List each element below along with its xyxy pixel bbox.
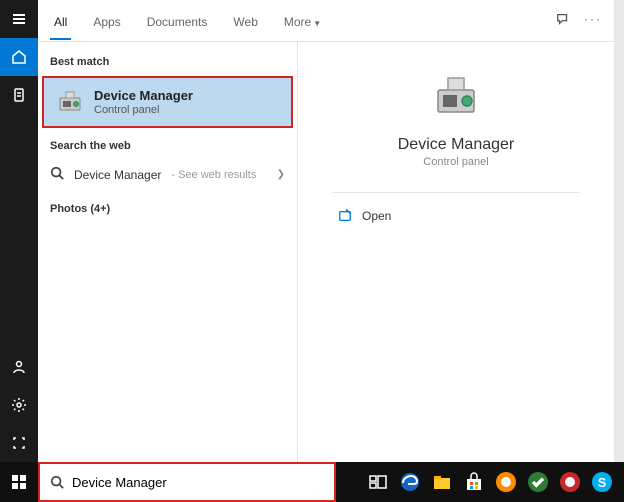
home-icon[interactable] xyxy=(0,38,38,76)
hamburger-icon[interactable] xyxy=(0,0,38,38)
more-options-icon[interactable]: ··· xyxy=(584,12,602,29)
web-result-item[interactable]: Device Manager - See web results ❯ xyxy=(38,158,297,191)
start-button[interactable] xyxy=(0,462,38,502)
side-rail xyxy=(0,0,38,462)
search-icon xyxy=(50,166,64,183)
feedback-icon[interactable] xyxy=(556,12,570,29)
annotation-highlight-search xyxy=(38,462,336,502)
detail-title: Device Manager xyxy=(398,136,515,154)
taskbar-search-box[interactable] xyxy=(40,464,334,500)
skype-icon[interactable]: S xyxy=(586,462,618,502)
open-action[interactable]: Open xyxy=(318,203,594,229)
detail-subtitle: Control panel xyxy=(423,156,488,168)
best-match-title: Device Manager xyxy=(94,88,193,103)
detail-column: Device Manager Control panel Open xyxy=(298,42,614,462)
chevron-right-icon: ❯ xyxy=(277,169,285,180)
search-input[interactable] xyxy=(72,475,324,490)
tab-more[interactable]: More▼ xyxy=(280,3,325,39)
tab-all[interactable]: All xyxy=(50,3,71,39)
app-icon-green[interactable] xyxy=(522,462,554,502)
document-icon[interactable] xyxy=(0,76,38,114)
search-tabs: All Apps Documents Web More▼ ··· xyxy=(38,0,614,42)
web-result-query: Device Manager xyxy=(74,168,161,182)
tab-documents[interactable]: Documents xyxy=(143,3,212,39)
divider xyxy=(332,192,580,193)
tab-apps[interactable]: Apps xyxy=(89,3,124,39)
chevron-down-icon: ▼ xyxy=(313,19,321,28)
file-explorer-icon[interactable] xyxy=(426,462,458,502)
taskbar-icons: S xyxy=(362,462,624,502)
task-view-icon[interactable] xyxy=(362,462,394,502)
open-label: Open xyxy=(362,209,391,223)
best-match-label: Best match xyxy=(38,50,297,74)
settings-gear-icon[interactable] xyxy=(0,386,38,424)
tab-web[interactable]: Web xyxy=(229,3,261,39)
app-icon-orange[interactable] xyxy=(490,462,522,502)
best-match-subtitle: Control panel xyxy=(94,104,193,116)
app-icon-red[interactable] xyxy=(554,462,586,502)
device-manager-large-icon xyxy=(432,72,480,120)
person-icon[interactable] xyxy=(0,348,38,386)
edge-browser-icon[interactable] xyxy=(394,462,426,502)
taskbar: S xyxy=(0,462,624,502)
expand-icon[interactable] xyxy=(0,424,38,462)
search-panel: All Apps Documents Web More▼ ··· Best ma… xyxy=(38,0,614,462)
store-icon[interactable] xyxy=(458,462,490,502)
search-web-label: Search the web xyxy=(38,134,297,158)
search-icon xyxy=(50,475,64,489)
results-column: Best match Device Manager Control panel … xyxy=(38,42,298,462)
annotation-highlight-best-match: Device Manager Control panel xyxy=(42,76,293,128)
photos-label[interactable]: Photos (4+) xyxy=(38,197,297,221)
device-manager-icon xyxy=(56,88,84,116)
web-result-hint: - See web results xyxy=(171,169,256,181)
best-match-item[interactable]: Device Manager Control panel xyxy=(44,78,291,126)
